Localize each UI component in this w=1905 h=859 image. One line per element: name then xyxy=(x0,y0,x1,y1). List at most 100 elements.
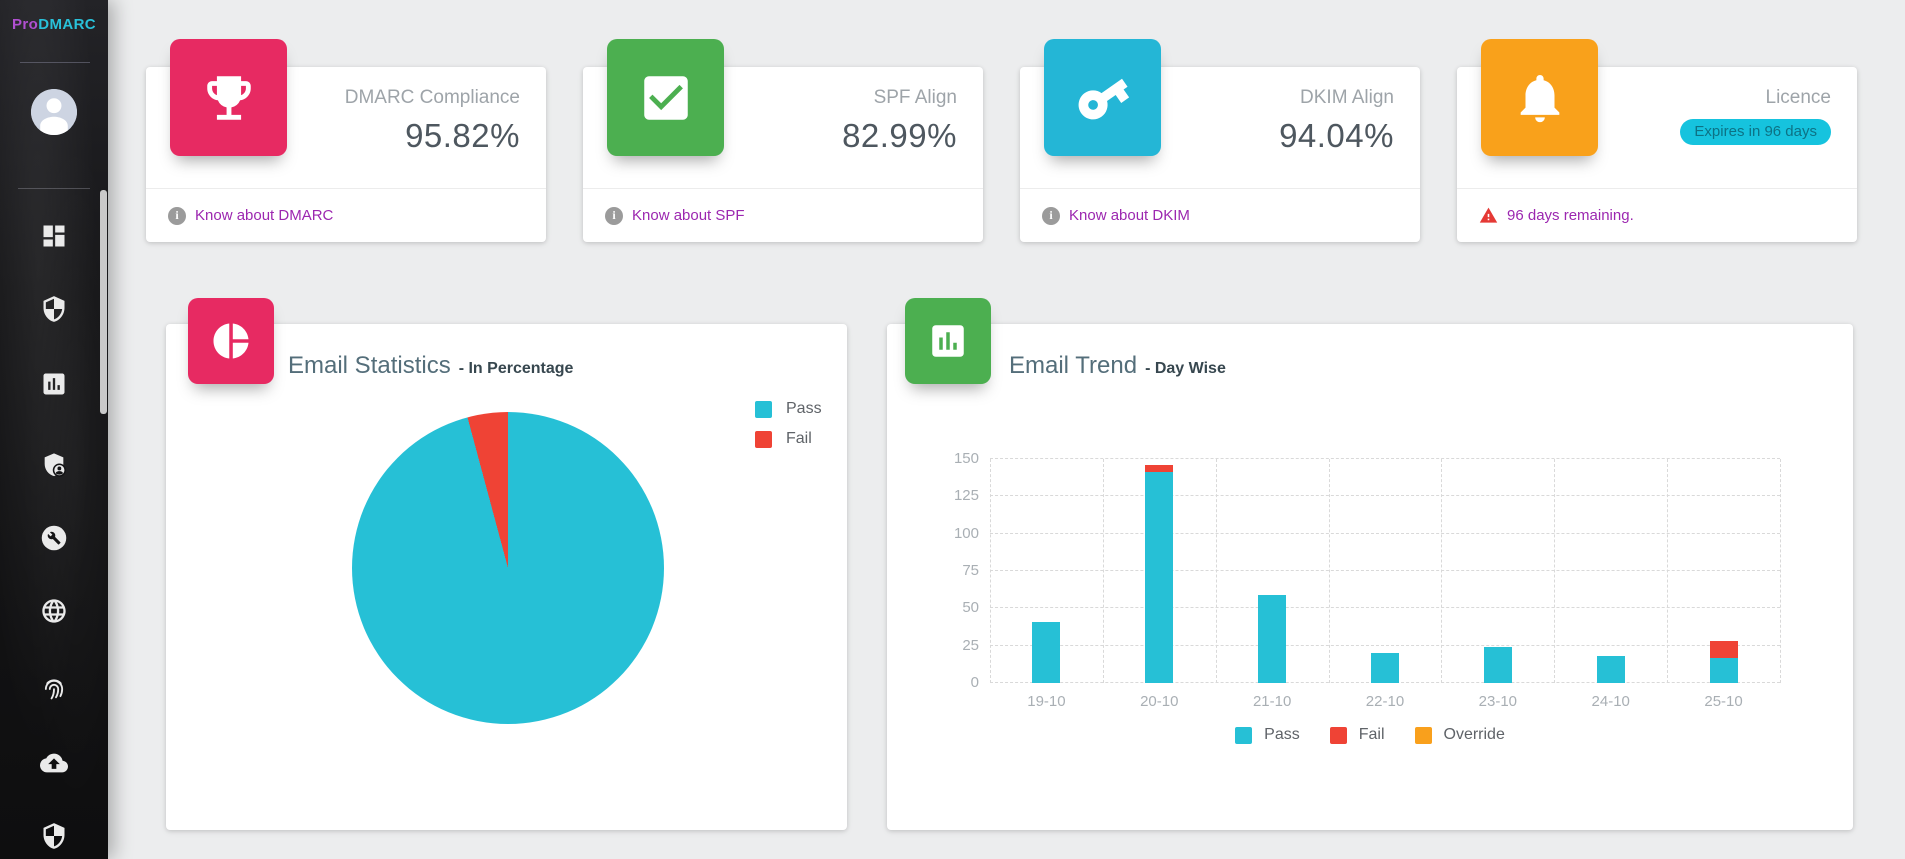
dmarc-compliance-card: DMARC Compliance 95.82% i Know about DMA… xyxy=(146,67,546,242)
stat-label: DKIM Align xyxy=(1279,87,1394,109)
licence-expiry-badge: Expires in 96 days xyxy=(1680,119,1831,145)
fail-swatch xyxy=(1330,727,1347,744)
stat-value: 95.82% xyxy=(345,117,520,155)
stat-value: 94.04% xyxy=(1279,117,1394,155)
y-tick-label: 50 xyxy=(962,599,979,616)
gridline xyxy=(990,607,1780,608)
sidebar-item-reports[interactable] xyxy=(0,369,108,399)
stat-label: Licence xyxy=(1680,87,1831,109)
bar-segment-pass-20-10 xyxy=(1145,472,1173,683)
sidebar-item-security[interactable] xyxy=(0,294,108,324)
checkbox-icon xyxy=(607,39,724,156)
legend-item-fail[interactable]: Fail xyxy=(755,430,822,448)
gridline xyxy=(1441,459,1442,683)
gridline xyxy=(990,570,1780,571)
legend-label: Fail xyxy=(1359,726,1385,744)
x-tick-label: 21-10 xyxy=(1216,693,1329,710)
bell-icon xyxy=(1481,39,1598,156)
legend-item-override[interactable]: Override xyxy=(1415,726,1505,744)
warning-icon xyxy=(1479,206,1498,225)
chart-subtitle: - Day Wise xyxy=(1145,360,1226,378)
chart-subtitle: - In Percentage xyxy=(459,360,574,378)
stat-label: SPF Align xyxy=(842,87,957,109)
bar-segment-pass-22-10 xyxy=(1371,653,1399,683)
sidebar-item-shield[interactable] xyxy=(0,821,108,851)
pie-chart xyxy=(352,412,664,724)
trophy-icon xyxy=(170,39,287,156)
fingerprint-icon xyxy=(40,675,68,703)
y-tick-label: 100 xyxy=(954,525,979,542)
sidebar-item-upload[interactable] xyxy=(0,748,108,778)
user-shield-icon xyxy=(40,451,68,479)
bar-segment-pass-24-10 xyxy=(1597,656,1625,683)
brand-logo[interactable]: ProDMARC xyxy=(12,16,96,33)
gridline xyxy=(1780,459,1781,683)
licence-warning-text: 96 days remaining. xyxy=(1507,207,1634,224)
sidebar-item-domains[interactable] xyxy=(0,596,108,626)
sidebar-divider xyxy=(20,62,90,63)
sidebar-item-forensics[interactable] xyxy=(0,674,108,704)
legend-item-pass[interactable]: Pass xyxy=(755,400,822,418)
email-trend-card: Email Trend - Day Wise 0255075100125150 … xyxy=(887,324,1853,830)
email-statistics-card: Email Statistics - In Percentage Pass Fa… xyxy=(166,324,847,830)
info-icon: i xyxy=(605,207,623,225)
stat-label: DMARC Compliance xyxy=(345,87,520,109)
x-tick-label: 19-10 xyxy=(990,693,1103,710)
y-tick-label: 150 xyxy=(954,450,979,467)
spf-align-card: SPF Align 82.99% i Know about SPF xyxy=(583,67,983,242)
shield-icon xyxy=(40,822,68,850)
know-about-spf-link[interactable]: Know about SPF xyxy=(632,207,745,224)
pie-legend: Pass Fail xyxy=(755,400,822,460)
override-swatch xyxy=(1415,727,1432,744)
x-tick-label: 23-10 xyxy=(1441,693,1554,710)
legend-item-fail[interactable]: Fail xyxy=(1330,726,1385,744)
sidebar-divider xyxy=(18,188,90,189)
y-tick-label: 25 xyxy=(962,637,979,654)
pass-swatch xyxy=(1235,727,1252,744)
dashboard-icon xyxy=(40,222,68,250)
bar-y-axis-labels: 0255075100125150 xyxy=(917,459,979,683)
y-tick-label: 125 xyxy=(954,487,979,504)
know-about-dkim-link[interactable]: Know about DKIM xyxy=(1069,207,1190,224)
security-shield-icon xyxy=(40,295,68,323)
bar-segment-fail-25-10 xyxy=(1710,641,1738,657)
legend-item-pass[interactable]: Pass xyxy=(1235,726,1300,744)
sidebar-item-dashboard[interactable] xyxy=(0,221,108,251)
domains-globe-icon xyxy=(40,597,68,625)
sidebar: ProDMARC xyxy=(0,0,108,859)
key-icon xyxy=(1044,39,1161,156)
bar-chart-icon xyxy=(905,298,991,384)
brand-suffix: DMARC xyxy=(38,16,96,33)
bar-segment-pass-19-10 xyxy=(1032,622,1060,683)
pass-swatch xyxy=(755,401,772,418)
chart-title: Email Trend xyxy=(1009,352,1137,380)
gridline xyxy=(1103,459,1104,683)
x-tick-label: 20-10 xyxy=(1103,693,1216,710)
gridline xyxy=(990,459,991,683)
gridline xyxy=(1216,459,1217,683)
bar-segment-pass-25-10 xyxy=(1710,658,1738,683)
sidebar-item-tools[interactable] xyxy=(0,523,108,553)
bar-segment-fail-20-10 xyxy=(1145,465,1173,472)
gridline xyxy=(1667,459,1668,683)
sidebar-item-user-security[interactable] xyxy=(0,450,108,480)
legend-label: Override xyxy=(1444,726,1505,744)
cloud-upload-icon xyxy=(40,749,68,777)
bar-plot xyxy=(990,459,1780,683)
y-tick-label: 75 xyxy=(962,562,979,579)
gridline xyxy=(990,533,1780,534)
dkim-align-card: DKIM Align 94.04% i Know about DKIM xyxy=(1020,67,1420,242)
info-icon: i xyxy=(1042,207,1060,225)
gridline xyxy=(1329,459,1330,683)
bar-segment-pass-21-10 xyxy=(1258,595,1286,683)
legend-label: Pass xyxy=(1264,726,1300,744)
stat-value: 82.99% xyxy=(842,117,957,155)
legend-label: Fail xyxy=(786,430,812,448)
bar-legend: Pass Fail Override xyxy=(887,726,1853,744)
know-about-dmarc-link[interactable]: Know about DMARC xyxy=(195,207,333,224)
gridline xyxy=(990,458,1780,459)
y-tick-label: 0 xyxy=(971,674,979,691)
avatar[interactable] xyxy=(31,89,77,135)
fail-swatch xyxy=(755,431,772,448)
gridline xyxy=(1554,459,1555,683)
